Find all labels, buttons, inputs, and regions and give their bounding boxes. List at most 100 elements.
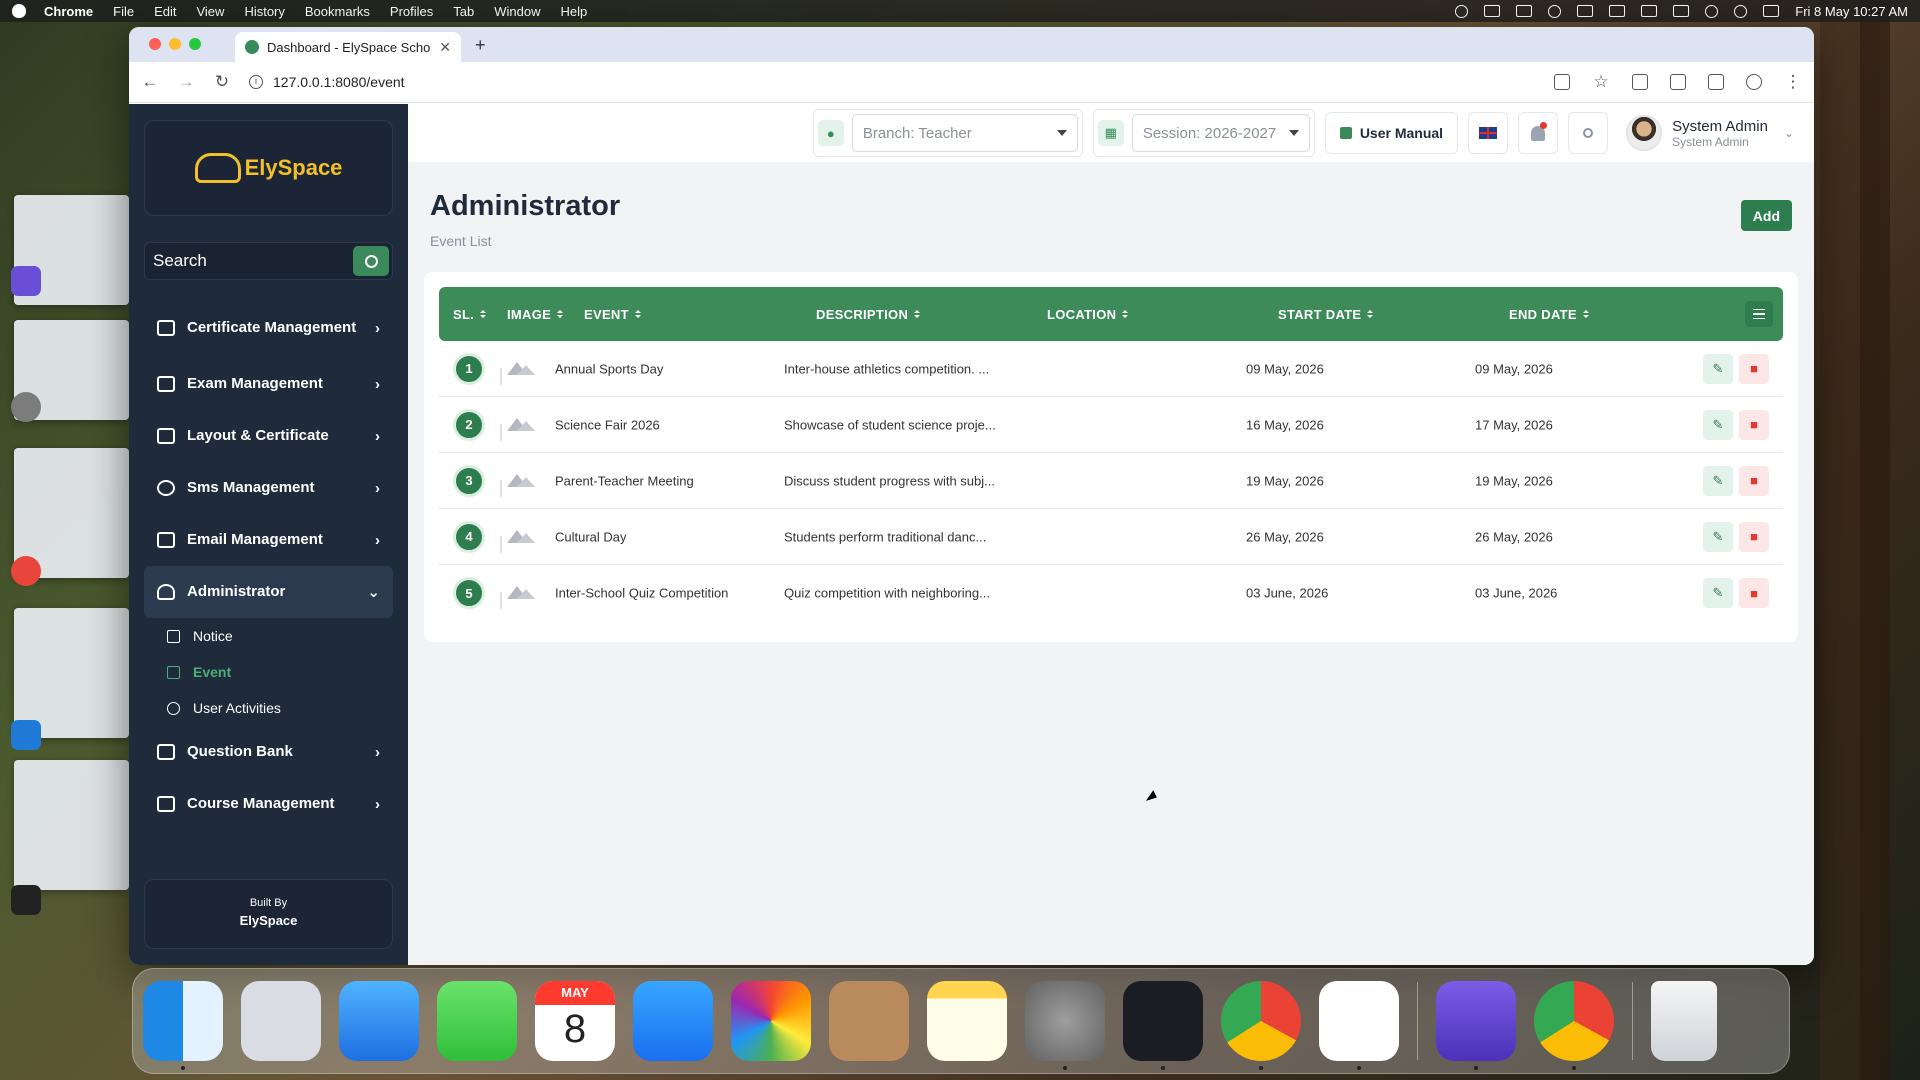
- control-center-icon[interactable]: [1763, 5, 1780, 17]
- trash-icon[interactable]: [1651, 981, 1717, 1061]
- arc-icon[interactable]: [1123, 981, 1203, 1070]
- branch-select[interactable]: Branch: Teacher: [851, 114, 1078, 152]
- display-icon[interactable]: [1641, 5, 1658, 17]
- battery-icon[interactable]: [1673, 5, 1690, 17]
- delete-button[interactable]: ■: [1739, 353, 1769, 384]
- add-event-button[interactable]: Add: [1740, 200, 1792, 231]
- delete-button[interactable]: ■: [1739, 521, 1769, 552]
- menu-history[interactable]: History: [244, 4, 284, 19]
- stage-window-thumbnail[interactable]: [14, 608, 129, 738]
- sidebar-item-layout-certificate[interactable]: Layout & Certificate ›: [144, 410, 393, 462]
- submenu-item-notice[interactable]: Notice: [167, 618, 393, 654]
- finder-icon[interactable]: [143, 981, 223, 1070]
- notes-icon[interactable]: [927, 981, 1007, 1061]
- url-text[interactable]: 127.0.0.1:8080/event: [273, 74, 405, 90]
- sidebar-item-exam-management[interactable]: Exam Management ›: [144, 358, 393, 410]
- menu-bookmarks[interactable]: Bookmarks: [305, 4, 370, 19]
- column-header-sl[interactable]: SL.: [453, 307, 487, 322]
- reload-icon[interactable]: ↻: [213, 72, 231, 92]
- submenu-item-event[interactable]: Event: [167, 654, 393, 690]
- edit-button[interactable]: ✎: [1703, 465, 1733, 496]
- menu-window[interactable]: Window: [494, 4, 540, 19]
- delete-button[interactable]: ■: [1739, 409, 1769, 440]
- maximize-window-button[interactable]: [189, 38, 201, 50]
- column-header-location[interactable]: LOCATION: [1047, 307, 1129, 322]
- database-status-icon[interactable]: [1516, 5, 1533, 17]
- tab-search-icon[interactable]: [1708, 74, 1724, 90]
- sidebar-item-course-management[interactable]: Course Management ›: [144, 778, 393, 830]
- menu-clock[interactable]: Fri 8 May 10:27 AM: [1795, 4, 1908, 19]
- menu-profiles[interactable]: Profiles: [390, 4, 433, 19]
- site-info-icon[interactable]: i: [249, 75, 263, 89]
- contacts-icon[interactable]: [829, 981, 909, 1061]
- install-app-icon[interactable]: [1554, 74, 1570, 90]
- browser-tab[interactable]: Dashboard - ElySpace School ✕: [235, 32, 461, 62]
- edit-button[interactable]: ✎: [1703, 409, 1733, 440]
- database-app-icon[interactable]: [11, 266, 41, 296]
- sidebar-item-certificate-management[interactable]: Certificate Management ›: [144, 298, 393, 358]
- chrome-icon[interactable]: [1534, 981, 1614, 1070]
- close-tab-icon[interactable]: ✕: [439, 39, 451, 56]
- vscode-icon[interactable]: [1319, 981, 1399, 1070]
- minimize-window-button[interactable]: [169, 38, 181, 50]
- mail-icon[interactable]: [339, 981, 419, 1061]
- status-icon[interactable]: [1548, 4, 1562, 18]
- address-bar[interactable]: i 127.0.0.1:8080/event: [249, 74, 1536, 90]
- sidebar-item-administrator[interactable]: Administrator ⌄: [144, 566, 393, 618]
- new-tab-button[interactable]: +: [475, 35, 486, 56]
- wifi-icon[interactable]: [1705, 4, 1719, 18]
- volume-icon[interactable]: [1609, 5, 1626, 17]
- status-icon[interactable]: [1455, 4, 1469, 18]
- menu-file[interactable]: File: [113, 4, 134, 19]
- database-icon[interactable]: [1436, 981, 1516, 1070]
- menu-app-name[interactable]: Chrome: [44, 4, 93, 19]
- column-header-start-date[interactable]: START DATE: [1278, 307, 1374, 322]
- edit-button[interactable]: ✎: [1703, 353, 1733, 384]
- extensions-icon[interactable]: [1670, 74, 1686, 90]
- arc-app-icon[interactable]: [11, 885, 41, 915]
- user-menu[interactable]: System Admin System Admin ⌄: [1626, 115, 1794, 151]
- vscode-app-icon[interactable]: [11, 720, 41, 750]
- back-icon[interactable]: ←: [141, 72, 159, 92]
- chrome-icon[interactable]: [1221, 981, 1301, 1070]
- session-select[interactable]: Session: 2026-2027: [1131, 114, 1310, 152]
- notifications-button[interactable]: [1518, 112, 1559, 154]
- screenshot-icon[interactable]: [1632, 74, 1648, 90]
- chrome-app-icon[interactable]: [11, 556, 41, 586]
- launchpad-icon[interactable]: [241, 981, 321, 1061]
- apple-icon[interactable]: [12, 4, 26, 18]
- edit-button[interactable]: ✎: [1703, 521, 1733, 552]
- column-header-end-date[interactable]: END DATE: [1509, 307, 1589, 322]
- menu-edit[interactable]: Edit: [154, 4, 176, 19]
- messages-icon[interactable]: [437, 981, 517, 1061]
- spotlight-icon[interactable]: [1734, 4, 1748, 18]
- photos-icon[interactable]: [731, 981, 811, 1061]
- system-settings-icon[interactable]: [1025, 981, 1105, 1070]
- settings-app-icon[interactable]: [11, 392, 41, 422]
- menu-help[interactable]: Help: [561, 4, 588, 19]
- sidebar-search[interactable]: Search: [144, 242, 393, 280]
- column-header-event[interactable]: EVENT: [584, 307, 641, 322]
- user-manual-button[interactable]: User Manual: [1324, 112, 1459, 154]
- menu-tab[interactable]: Tab: [453, 4, 474, 19]
- search-button[interactable]: [353, 246, 389, 276]
- status-icon[interactable]: [1484, 5, 1501, 17]
- submenu-item-user-activities[interactable]: User Activities: [167, 690, 393, 726]
- bookmark-star-icon[interactable]: ☆: [1592, 72, 1610, 92]
- menu-view[interactable]: View: [196, 4, 224, 19]
- column-settings-button[interactable]: [1745, 301, 1773, 327]
- app-store-icon[interactable]: [633, 981, 713, 1061]
- language-button[interactable]: [1468, 112, 1509, 154]
- stage-window-thumbnail[interactable]: [14, 760, 129, 890]
- calendar-icon[interactable]: MAY 8: [535, 981, 615, 1061]
- column-header-description[interactable]: DESCRIPTION: [816, 307, 921, 322]
- sidebar-item-sms-management[interactable]: Sms Management ›: [144, 462, 393, 514]
- profile-icon[interactable]: [1746, 74, 1762, 90]
- logo-card[interactable]: ElySpace: [144, 120, 393, 216]
- edit-button[interactable]: ✎: [1703, 578, 1733, 608]
- delete-button[interactable]: ■: [1739, 578, 1769, 608]
- theme-toggle-button[interactable]: [1568, 112, 1609, 154]
- close-window-button[interactable]: [149, 38, 161, 50]
- browser-menu-icon[interactable]: ⋮: [1784, 72, 1802, 92]
- sidebar-item-question-bank[interactable]: Question Bank ›: [144, 726, 393, 778]
